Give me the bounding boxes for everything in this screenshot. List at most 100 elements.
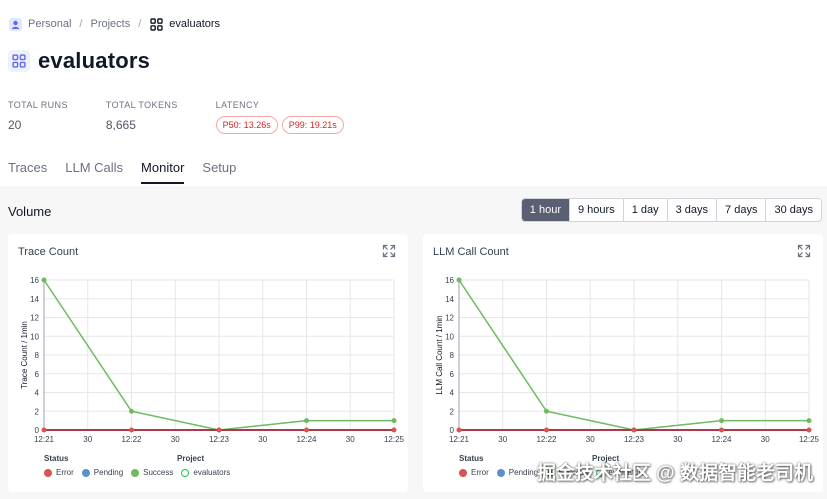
latency-p99-badge: P99: 19.21s — [281, 116, 344, 134]
stat-label: LATENCY — [215, 100, 260, 110]
legend-item-error[interactable]: Error — [459, 468, 489, 477]
llm-call-count-card: LLM Call Count 0 2 4 6 8 10 12 14 16 12:21 30 12:22… — [423, 234, 823, 492]
x-tick-label: 12:24 — [711, 435, 732, 444]
tab-bar: Traces LLM Calls Monitor Setup — [8, 160, 236, 184]
llm-call-count-chart: 0 2 4 6 8 10 12 14 16 12:21 30 12:22 30 12:23 30 12:24 3… — [435, 276, 820, 444]
breadcrumb-current: evaluators — [169, 18, 221, 30]
y-tick-label: 16 — [30, 276, 39, 285]
data-point-success — [456, 277, 462, 283]
monitor-panel: Volume 1 hour 9 hours 1 day 3 days 7 day… — [0, 186, 827, 499]
legend-item-error[interactable]: Error — [44, 468, 74, 477]
x-tick-label: 30 — [761, 435, 770, 444]
y-tick-label: 0 — [450, 426, 455, 435]
chart-title: LLM Call Count — [433, 246, 509, 258]
x-tick-label: 12:25 — [384, 435, 405, 444]
x-tick-label: 12:21 — [449, 435, 470, 444]
x-tick-label: 12:23 — [209, 435, 230, 444]
legend-item-pending[interactable]: Pending — [81, 468, 124, 477]
y-tick-label: 12 — [30, 314, 39, 323]
legend-dot — [496, 468, 505, 477]
x-tick-label: 30 — [586, 435, 595, 444]
y-tick-label: 10 — [30, 332, 39, 341]
chart-legend: Status Project Error Pending Success eva… — [44, 454, 238, 477]
breadcrumb-personal[interactable]: Personal — [28, 18, 71, 30]
y-tick-label: 8 — [450, 351, 455, 360]
x-tick-label: 12:25 — [799, 435, 820, 444]
legend-label: Pending — [93, 468, 124, 477]
x-tick-label: 30 — [498, 435, 507, 444]
x-tick-label: 30 — [258, 435, 267, 444]
data-point-error — [304, 427, 309, 433]
range-30-days[interactable]: 30 days — [765, 199, 821, 221]
x-tick-label: 30 — [83, 435, 92, 444]
breadcrumb-projects[interactable]: Projects — [90, 18, 130, 30]
y-tick-label: 16 — [445, 276, 454, 285]
stat-latency: LATENCY P50: 13.26s P99: 19.21s — [215, 100, 344, 134]
data-point-error — [719, 427, 724, 433]
data-point-error — [456, 427, 462, 433]
stat-value: 8,665 — [105, 118, 136, 132]
legend-item-success[interactable]: Success — [131, 468, 173, 477]
page-header: evaluators — [8, 48, 150, 74]
grid-icon — [149, 17, 163, 31]
legend-label: Error — [471, 468, 489, 477]
legend-dot — [459, 468, 467, 477]
grid-icon — [8, 50, 30, 72]
data-point-success — [129, 408, 134, 414]
data-point-success — [391, 418, 397, 424]
expand-icon[interactable] — [797, 244, 811, 258]
breadcrumb-separator: / — [138, 18, 142, 30]
data-point-success — [304, 418, 309, 424]
legend-item-pending[interactable]: Pending — [496, 468, 538, 477]
y-tick-label: 2 — [450, 407, 455, 416]
range-1-hour[interactable]: 1 hour — [521, 199, 569, 221]
range-1-day[interactable]: 1 day — [622, 199, 667, 221]
latency-p50-badge: P50: 13.26s — [215, 116, 278, 134]
data-point-error — [631, 427, 637, 433]
range-3-days[interactable]: 3 days — [666, 199, 716, 221]
range-9-hours[interactable]: 9 hours — [569, 199, 623, 221]
legend-status-label: Status — [44, 454, 69, 463]
breadcrumb-separator: / — [79, 18, 83, 30]
y-tick-label: 4 — [450, 389, 455, 398]
x-tick-label: 30 — [673, 435, 682, 444]
stat-value: 20 — [8, 118, 22, 132]
x-tick-label: 12:24 — [296, 435, 317, 444]
stat-label: TOTAL TOKENS — [105, 100, 178, 110]
y-tick-label: 2 — [35, 407, 40, 416]
trace-count-card: Trace Count 0 2 4 6 8 10 12 14 16 12:21 30 12:22 30 1… — [8, 234, 408, 492]
legend-project-label: Project — [177, 454, 205, 463]
y-tick-label: 6 — [450, 370, 455, 379]
tab-llm-calls[interactable]: LLM Calls — [65, 160, 123, 184]
legend-dot — [81, 468, 90, 477]
x-tick-label: 12:23 — [624, 435, 645, 444]
tab-monitor[interactable]: Monitor — [141, 160, 185, 184]
time-range-selector: 1 hour 9 hours 1 day 3 days 7 days 30 da… — [520, 198, 822, 222]
legend-item-project[interactable]: evaluators — [181, 468, 230, 477]
x-tick-label: 12:22 — [536, 435, 557, 444]
user-icon — [8, 17, 22, 31]
legend-dot — [44, 468, 52, 477]
y-tick-label: 14 — [445, 295, 454, 304]
data-point-success — [806, 418, 812, 424]
range-7-days[interactable]: 7 days — [716, 199, 765, 221]
legend-dot — [131, 468, 140, 477]
data-point-success — [719, 418, 724, 424]
x-tick-label: 12:22 — [121, 435, 142, 444]
stat-total-runs: TOTAL RUNS 20 — [8, 100, 68, 134]
y-tick-label: 4 — [35, 389, 40, 398]
data-point-success — [544, 408, 549, 414]
legend-dot — [181, 468, 190, 477]
tab-traces[interactable]: Traces — [8, 160, 47, 184]
x-tick-label: 30 — [346, 435, 355, 444]
legend-label: Success — [143, 468, 174, 477]
legend-label: evaluators — [193, 468, 231, 477]
legend-label: Error — [56, 468, 74, 477]
tab-setup[interactable]: Setup — [202, 160, 236, 184]
page-title: evaluators — [38, 48, 151, 73]
expand-icon[interactable] — [382, 244, 396, 258]
data-point-error — [129, 427, 134, 433]
data-point-error — [41, 427, 47, 433]
x-tick-label: 30 — [171, 435, 180, 444]
stat-label: TOTAL RUNS — [8, 100, 68, 110]
